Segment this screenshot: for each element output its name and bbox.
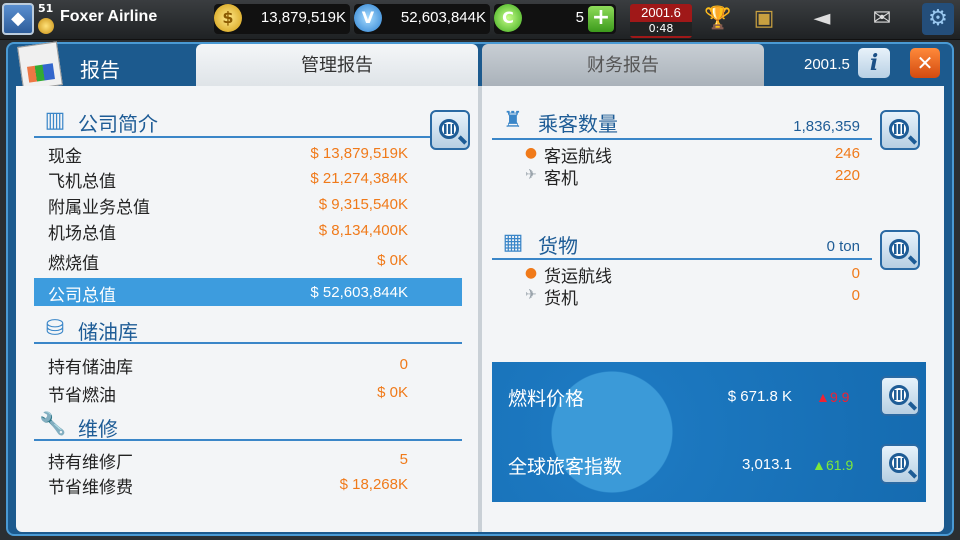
maintenance-facility-label: 持有维修厂 xyxy=(48,453,133,473)
current-date: 2001.6 xyxy=(641,5,681,20)
cargo-aircraft-value: 0 xyxy=(851,287,860,304)
passenger-icon: ♜ xyxy=(503,108,523,133)
panel-title: 报告 xyxy=(80,58,120,82)
fuel-price-label: 燃料价格 xyxy=(508,388,585,410)
trophy-icon[interactable]: 🏆 xyxy=(702,3,734,35)
plane-icon: ✈ xyxy=(525,287,537,303)
column-divider xyxy=(478,86,482,532)
rank-icon[interactable]: ◆ xyxy=(2,3,34,35)
maintenance-facility-value: 5 xyxy=(399,451,408,468)
passenger-aircraft-label: 客机 xyxy=(544,169,578,189)
passenger-index-value: 3,013.1 xyxy=(741,456,792,473)
cargo-details-button[interactable] xyxy=(880,230,920,270)
top-bar: ◆ 51 Foxer Airline $ 13,879,519K V 52,60… xyxy=(0,0,960,40)
passenger-index-details-button[interactable] xyxy=(880,444,920,484)
fuel-depot-rule xyxy=(34,342,462,344)
fuel-depot-count-label: 持有储油库 xyxy=(48,358,133,378)
passenger-index-trend-up-icon: ▲ xyxy=(812,457,826,473)
airport-value-label: 机场总值 xyxy=(48,224,116,244)
tv-icon[interactable]: ▣ xyxy=(748,3,780,35)
fuel-savings-value: $ 0K xyxy=(377,384,408,401)
info-button[interactable]: i xyxy=(858,48,890,78)
burn-value: $ 0K xyxy=(377,252,408,269)
passenger-index-delta: 61.9 xyxy=(826,457,854,473)
company-total-value: $ 52,603,844K xyxy=(310,284,408,301)
cargo-total: 0 ton xyxy=(826,238,860,255)
company-details-button[interactable] xyxy=(430,110,470,150)
passenger-routes-value: 246 xyxy=(834,145,860,162)
medal-icon xyxy=(38,18,54,34)
burn-value-label: 燃烧值 xyxy=(48,254,99,274)
date-badge: 2001.6 0:48 xyxy=(630,4,692,38)
company-section-title: 公司简介 xyxy=(78,112,158,136)
passenger-index-label: 全球旅客指数 xyxy=(508,456,623,478)
passengers-total: 1,836,359 xyxy=(793,118,860,135)
fuel-price-trend-up-icon: ▲ xyxy=(816,389,830,405)
cargo-routes-value: 0 xyxy=(851,265,860,282)
airport-value: $ 8,134,400K xyxy=(318,222,408,239)
fuel-depot-count-value: 0 xyxy=(399,356,408,373)
passengers-section-title: 乘客数量 xyxy=(538,112,618,136)
cargo-section-title: 货物 xyxy=(538,234,578,258)
company-total-label: 公司总值 xyxy=(48,286,116,306)
subsidiary-value-label: 附属业务总值 xyxy=(48,198,150,218)
market-indicators xyxy=(492,362,926,502)
fuel-tank-icon: ⛁ xyxy=(45,316,65,341)
turn-timer: 0:48 xyxy=(630,22,692,36)
passengers-details-button[interactable] xyxy=(880,110,920,150)
fuel-depot-section-title: 储油库 xyxy=(78,320,138,344)
report-icon xyxy=(17,41,63,91)
green-coin-icon: C xyxy=(494,4,522,32)
wrench-icon: 🔧 xyxy=(39,412,67,437)
fuel-savings-label: 节省燃油 xyxy=(48,386,116,406)
maintenance-savings-label: 节省维修费 xyxy=(48,478,133,498)
gold-coin-icon: $ xyxy=(214,4,242,32)
tab-financial-report[interactable]: 财务报告 xyxy=(482,44,764,86)
megaphone-icon[interactable]: ◄ xyxy=(806,3,838,35)
company-total-row: 公司总值 $ 52,603,844K xyxy=(34,278,462,306)
mail-icon[interactable]: ✉ xyxy=(866,3,898,35)
plane-icon: ✈ xyxy=(525,167,537,183)
gold-coins-value: 13,879,519K xyxy=(260,9,346,26)
maintenance-section-title: 维修 xyxy=(78,417,118,441)
green-coins-value: 5 xyxy=(575,9,584,26)
aircraft-value: $ 21,274,384K xyxy=(310,170,408,187)
cash-label: 现金 xyxy=(48,147,82,167)
maintenance-rule xyxy=(34,439,462,441)
cargo-box-icon: ▦ xyxy=(502,230,524,255)
settings-icon[interactable]: ⚙ xyxy=(922,3,954,35)
fuel-price-delta: 9.9 xyxy=(830,389,850,405)
maintenance-savings-value: $ 18,268K xyxy=(339,476,408,493)
buildings-icon: ▥ xyxy=(44,108,66,133)
aircraft-value-label: 飞机总值 xyxy=(48,172,116,192)
passenger-aircraft-value: 220 xyxy=(834,167,860,184)
fuel-price-value: $ 671.8 K xyxy=(727,388,792,405)
airline-name: Foxer Airline xyxy=(60,8,158,25)
player-level: 51 xyxy=(38,2,54,15)
cargo-rule xyxy=(492,258,872,260)
fuel-price-details-button[interactable] xyxy=(880,376,920,416)
close-button[interactable]: ✕ xyxy=(910,48,940,78)
tab-management-report[interactable]: 管理报告 xyxy=(196,44,478,86)
route-pin-icon: ● xyxy=(524,265,538,281)
company-rule xyxy=(34,136,462,138)
passengers-rule xyxy=(492,138,872,140)
blue-coins-value: 52,603,844K xyxy=(400,9,486,26)
report-period: 2001.5 xyxy=(804,56,850,73)
add-coins-button[interactable]: + xyxy=(588,6,614,32)
subsidiary-value: $ 9,315,540K xyxy=(318,196,408,213)
blue-coin-icon: V xyxy=(354,4,382,32)
route-pin-icon: ● xyxy=(524,145,538,161)
cash-value: $ 13,879,519K xyxy=(310,145,408,162)
cargo-aircraft-label: 货机 xyxy=(544,289,578,309)
